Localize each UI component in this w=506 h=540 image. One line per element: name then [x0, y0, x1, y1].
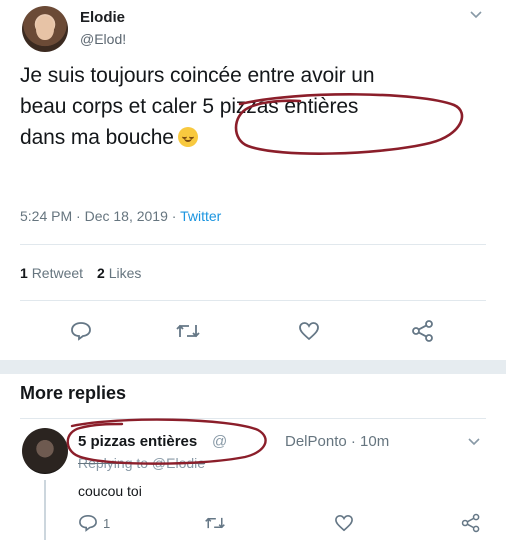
retweet-icon[interactable] [204, 515, 226, 531]
tweet-text-line: Je suis toujours coincée entre avoir un [20, 64, 375, 87]
retweet-count[interactable]: 1 [20, 265, 28, 281]
share-icon[interactable] [460, 513, 482, 533]
tweet-text: Je suis toujours coincée entre avoir un … [20, 60, 490, 153]
tweet-stats: 1 Retweet 2 Likes [20, 265, 141, 281]
avatar[interactable] [22, 6, 68, 52]
divider [20, 418, 486, 419]
like-label[interactable]: Likes [109, 265, 142, 281]
reply-author-name[interactable]: 5 pizzas entières [78, 433, 197, 450]
author-handle[interactable]: @Elod! [80, 31, 126, 47]
reply-meta: DelPonto · 10m [285, 433, 390, 450]
source-link[interactable]: Twitter [180, 208, 221, 224]
chevron-down-icon[interactable] [468, 438, 480, 446]
tweet-text-line-3: dans ma bouche [20, 126, 174, 149]
tweet-text-line: dans ma bouche [20, 122, 490, 153]
time-date[interactable]: 5:24 PM · Dec 18, 2019 · [20, 208, 180, 224]
like-count[interactable]: 2 [97, 265, 105, 281]
speech-bubble-icon[interactable] [78, 514, 98, 532]
tweet-text-line: beau corps et caler 5 pizzas entières [20, 95, 359, 118]
reply-author-handle[interactable]: @ [212, 433, 227, 450]
section-separator [0, 360, 506, 374]
speech-bubble-icon[interactable] [70, 321, 92, 341]
reply-text: coucou toi [78, 483, 142, 499]
more-replies-heading: More replies [20, 383, 127, 403]
retweet-label[interactable]: Retweet [32, 265, 83, 281]
heart-icon[interactable] [334, 514, 354, 532]
divider [20, 244, 486, 245]
chevron-down-icon[interactable] [470, 11, 482, 19]
share-icon[interactable] [410, 320, 436, 342]
retweet-icon[interactable] [175, 322, 201, 340]
tweet-page: Elodie @Elod! Je suis toujours coincée e… [0, 0, 506, 540]
tweet-timestamp: 5:24 PM · Dec 18, 2019 · Twitter [20, 208, 221, 224]
reply-avatar[interactable] [22, 428, 68, 474]
reply-count: 1 [103, 516, 111, 531]
thread-line [44, 480, 46, 540]
relieved-face-emoji [177, 127, 198, 147]
replying-to[interactable]: Replying to @Elodie [78, 455, 205, 471]
divider [20, 300, 486, 301]
heart-icon[interactable] [298, 321, 320, 341]
author-name[interactable]: Elodie [80, 9, 125, 26]
